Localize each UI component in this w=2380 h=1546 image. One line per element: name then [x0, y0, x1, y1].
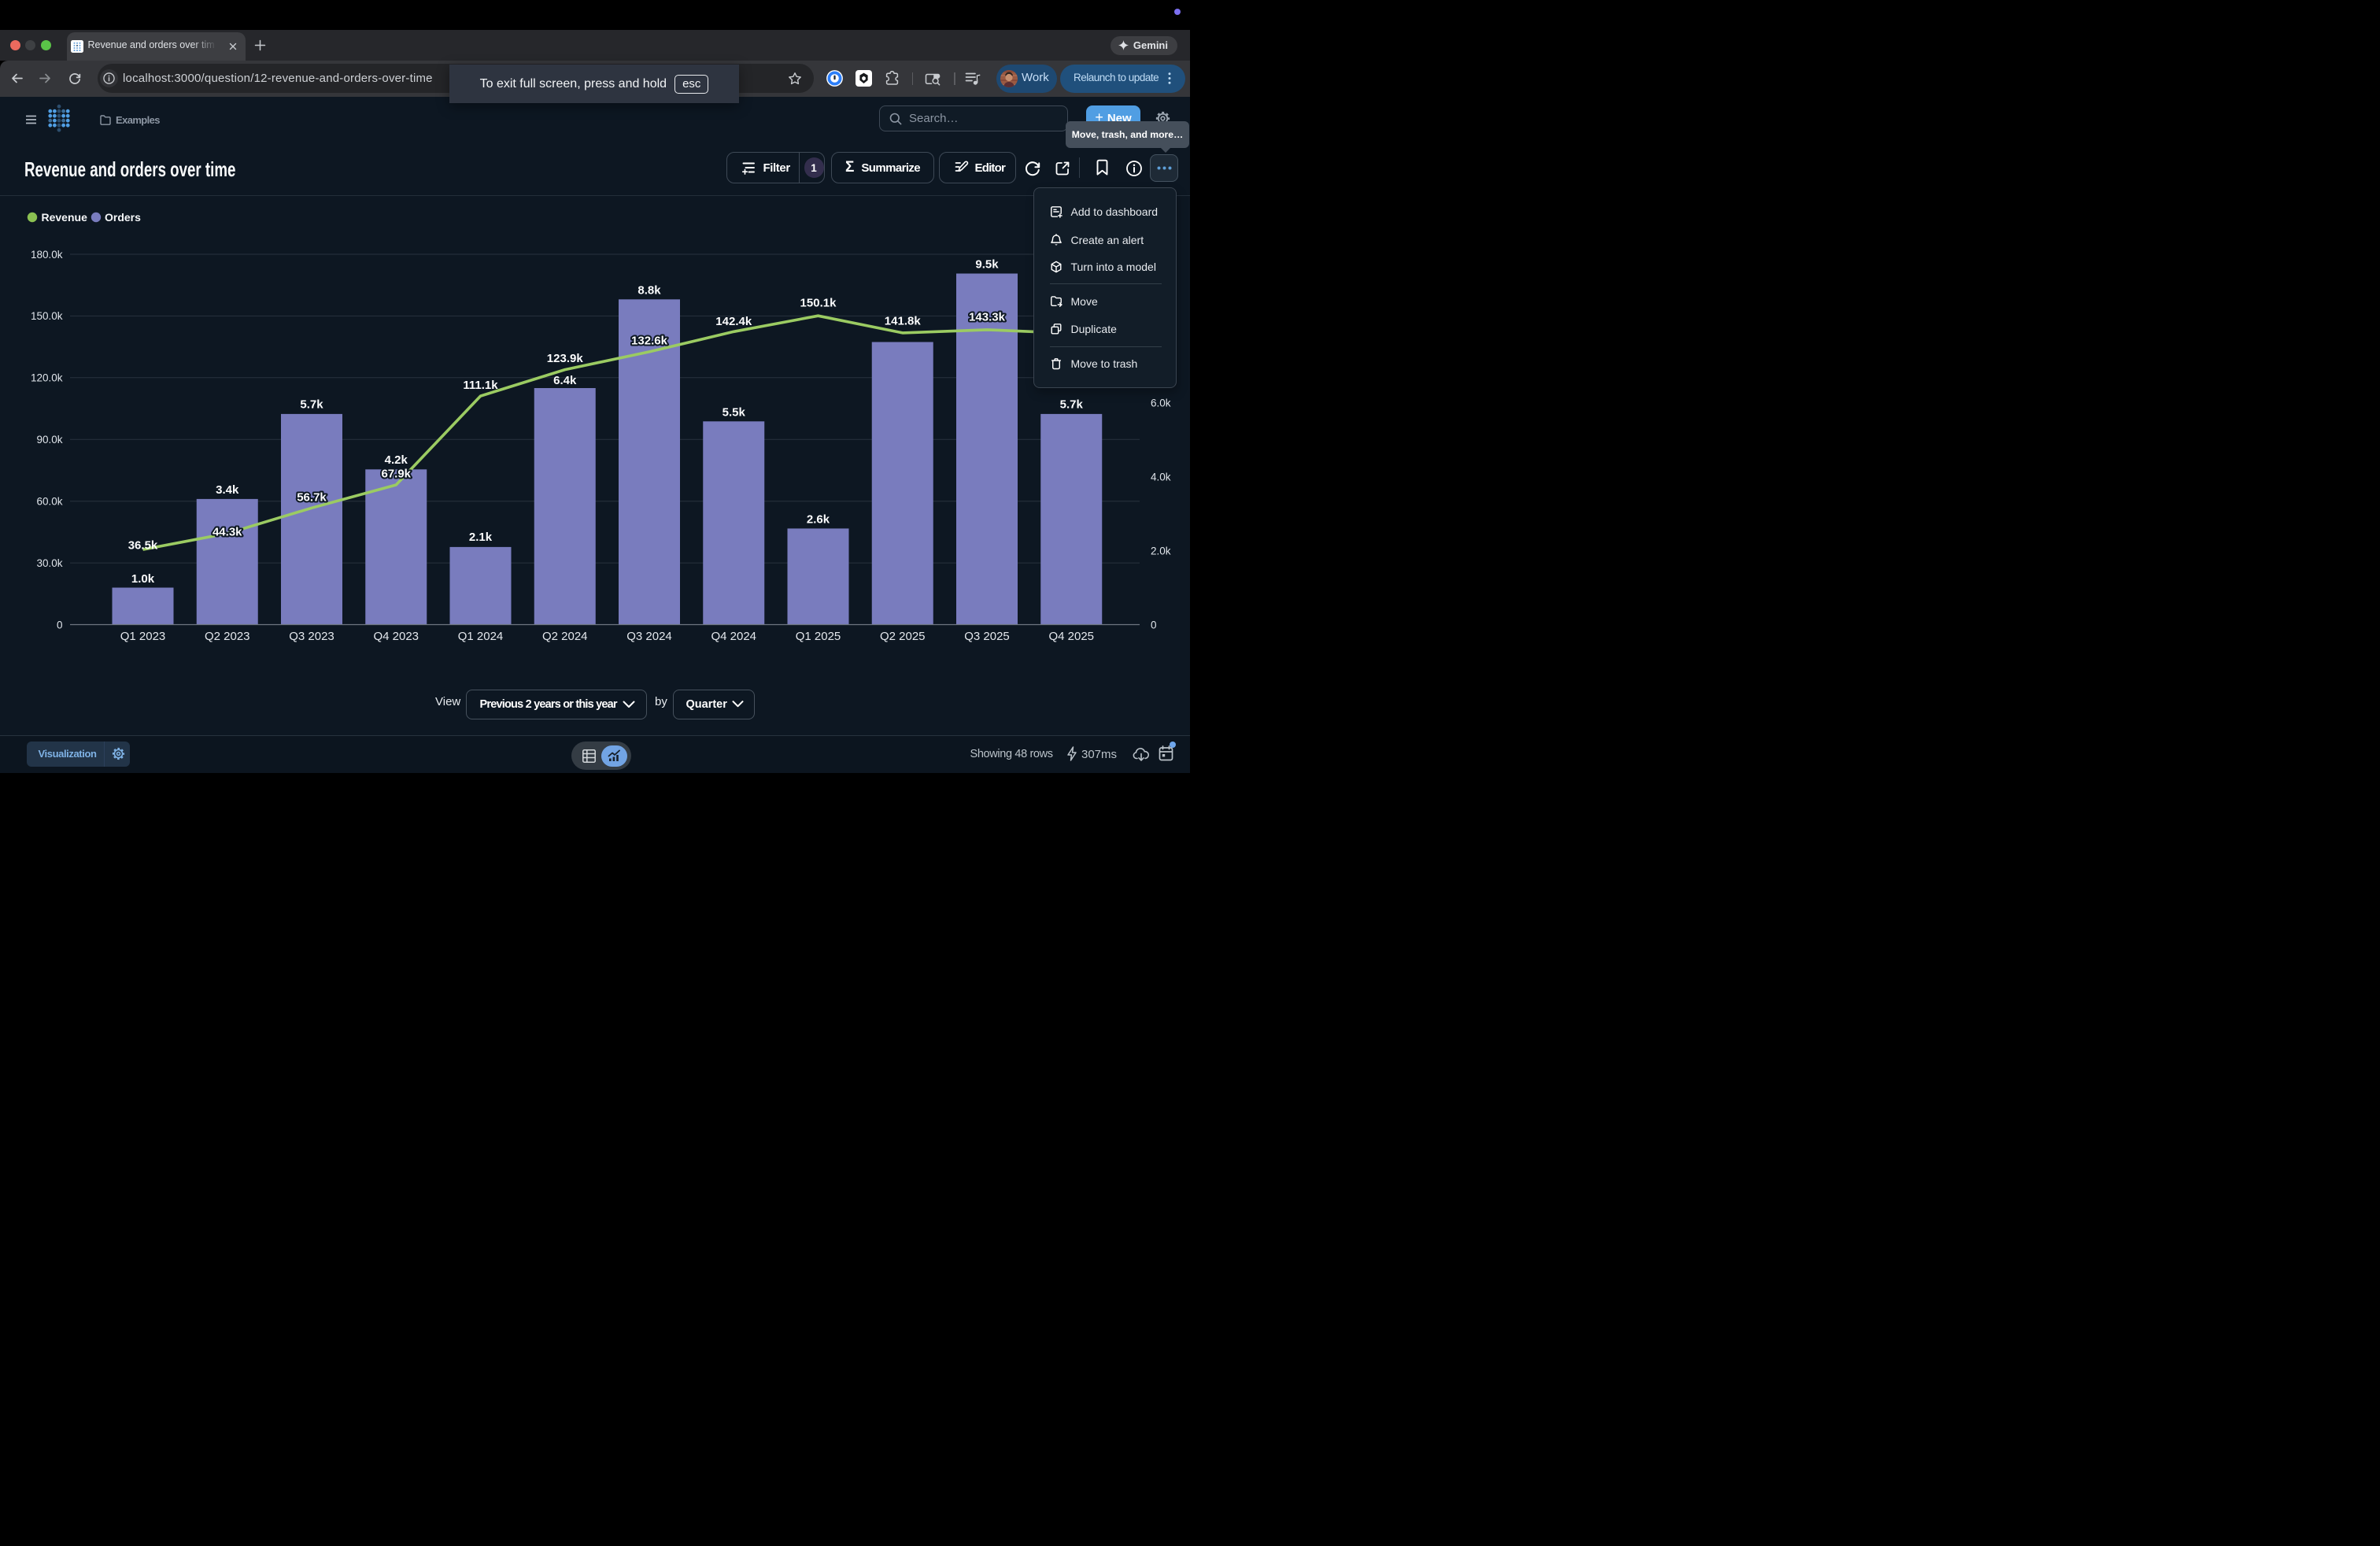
svg-text:Q1 2024: Q1 2024: [458, 630, 504, 643]
svg-text:6.0k: 6.0k: [1151, 398, 1171, 409]
svg-text:5.7k: 5.7k: [1060, 398, 1084, 412]
svg-text:111.1k: 111.1k: [463, 379, 498, 392]
svg-text:2.0k: 2.0k: [1151, 545, 1171, 557]
svg-text:4.0k: 4.0k: [1151, 472, 1171, 483]
svg-text:132.6k: 132.6k: [631, 335, 668, 348]
svg-text:120.0k: 120.0k: [31, 372, 63, 384]
svg-text:150.0k: 150.0k: [31, 310, 63, 322]
svg-text:2.6k: 2.6k: [807, 512, 830, 526]
svg-text:Q4 2023: Q4 2023: [373, 630, 419, 643]
svg-text:30.0k: 30.0k: [36, 557, 62, 569]
svg-text:5.5k: 5.5k: [722, 406, 746, 420]
svg-text:8.8k: 8.8k: [638, 284, 661, 298]
svg-text:5.7k: 5.7k: [300, 398, 323, 412]
svg-text:9.5k: 9.5k: [975, 258, 999, 272]
svg-text:0: 0: [1151, 619, 1157, 631]
svg-text:56.7k: 56.7k: [297, 491, 327, 505]
svg-text:0: 0: [57, 619, 63, 631]
svg-text:Q2 2023: Q2 2023: [205, 630, 250, 643]
svg-text:Q3 2025: Q3 2025: [964, 630, 1010, 643]
svg-text:67.9k: 67.9k: [381, 468, 411, 481]
svg-text:90.0k: 90.0k: [36, 434, 62, 446]
svg-text:180.0k: 180.0k: [31, 249, 63, 261]
svg-text:Q3 2024: Q3 2024: [626, 630, 672, 643]
svg-text:Q3 2023: Q3 2023: [289, 630, 334, 643]
svg-text:123.9k: 123.9k: [547, 352, 584, 365]
svg-text:Orders: Orders: [105, 211, 141, 224]
svg-text:Revenue: Revenue: [42, 211, 88, 224]
svg-text:2.1k: 2.1k: [469, 531, 493, 544]
svg-text:Q1 2025: Q1 2025: [796, 630, 841, 643]
svg-text:60.0k: 60.0k: [36, 496, 62, 508]
svg-text:141.8k: 141.8k: [885, 315, 922, 328]
svg-text:4.2k: 4.2k: [385, 453, 408, 467]
svg-text:36.5k: 36.5k: [128, 539, 158, 553]
svg-text:142.4k: 142.4k: [715, 315, 752, 328]
svg-text:Q2 2025: Q2 2025: [880, 630, 926, 643]
svg-text:Q1 2023: Q1 2023: [120, 630, 166, 643]
svg-text:150.1k: 150.1k: [800, 297, 837, 310]
svg-text:6.4k: 6.4k: [553, 374, 577, 387]
svg-text:Q4 2025: Q4 2025: [1048, 630, 1094, 643]
svg-text:3.4k: 3.4k: [216, 483, 239, 497]
svg-text:Q2 2024: Q2 2024: [542, 630, 588, 643]
svg-text:1.0k: 1.0k: [131, 572, 155, 586]
svg-text:143.3k: 143.3k: [969, 311, 1006, 324]
svg-text:44.3k: 44.3k: [213, 526, 242, 539]
svg-text:Q4 2024: Q4 2024: [711, 630, 756, 643]
